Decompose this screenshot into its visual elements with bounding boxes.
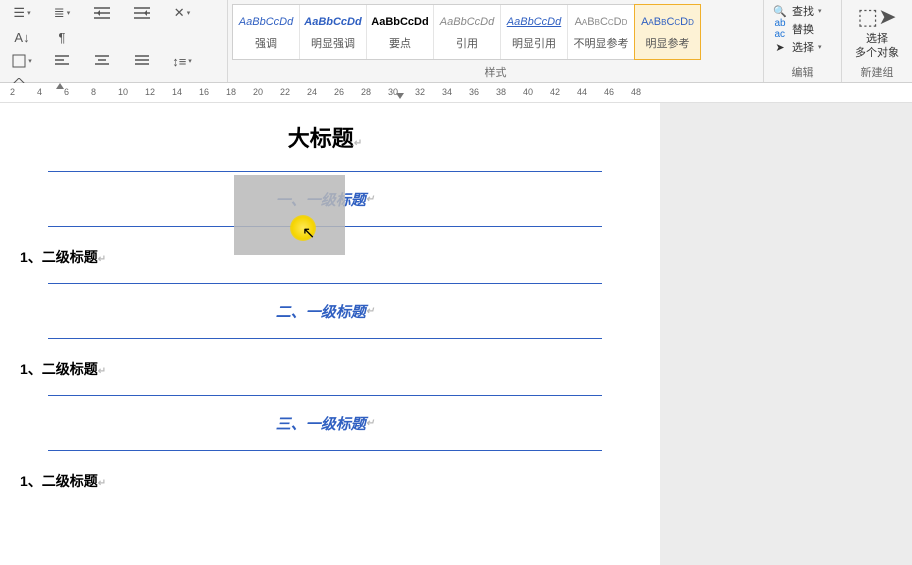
asian-layout-button[interactable]: ✕▾: [164, 2, 200, 24]
outside-page-area: [660, 103, 912, 565]
ruler-tick: 32: [415, 87, 425, 97]
numbering-button[interactable]: ≣▾: [44, 2, 80, 24]
replace-button[interactable]: abac 替换: [768, 20, 826, 38]
select-objects-icon: ⬚➤: [847, 4, 907, 30]
group-editing-label: 编辑: [768, 62, 837, 82]
style-name: 明显引用: [501, 35, 567, 51]
select-multiple-button[interactable]: ⬚➤ 选择 多个对象: [847, 2, 907, 62]
ruler-tick: 22: [280, 87, 290, 97]
ruler-tick: 8: [91, 87, 96, 97]
style-sample: AaBbCcDd: [233, 13, 299, 31]
style-name: 不明显参考: [568, 35, 634, 51]
style-sample: AaBbCcDd: [568, 13, 634, 31]
main-title[interactable]: 大标题↵: [20, 121, 630, 153]
style-sample: AaBbCcDd: [434, 13, 500, 31]
style-name: 强调: [233, 35, 299, 51]
find-label: 查找: [792, 3, 814, 19]
ruler-tick: 4: [37, 87, 42, 97]
ruler-caret[interactable]: [396, 93, 404, 99]
select-multi-l2: 多个对象: [847, 46, 907, 60]
binoculars-icon: 🔍: [772, 3, 788, 19]
heading-1[interactable]: 三、一级标题↵: [48, 395, 602, 451]
heading-2[interactable]: 1、二级标题↵: [20, 359, 630, 379]
ruler-tick: 44: [577, 87, 587, 97]
ruler-tick: 34: [442, 87, 452, 97]
style-sample: AaBbCcDd: [367, 13, 433, 31]
style-item-3[interactable]: AaBbCcDd 引用: [434, 5, 501, 59]
style-name: 明显强调: [300, 35, 366, 51]
ruler-tick: 28: [361, 87, 371, 97]
ruler-tick: 36: [469, 87, 479, 97]
indent-marker[interactable]: [56, 83, 64, 89]
ruler[interactable]: 2468101214161820222426283032343638404244…: [0, 83, 912, 103]
cursor-arrow-icon: ↖: [302, 223, 315, 243]
ruler-tick: 26: [334, 87, 344, 97]
ruler-tick: 16: [199, 87, 209, 97]
style-item-1[interactable]: AaBbCcDd 明显强调: [300, 5, 367, 59]
group-editing: 🔍 查找 ▾ abac 替换 ➤ 选择 ▾ 编辑: [764, 0, 842, 82]
style-item-5[interactable]: AaBbCcDd 不明显参考: [568, 5, 635, 59]
group-new-label: 新建组: [846, 62, 908, 82]
ruler-tick: 38: [496, 87, 506, 97]
ruler-tick: 6: [64, 87, 69, 97]
align-distribute-button[interactable]: [124, 50, 160, 72]
ruler-tick: 48: [631, 87, 641, 97]
ruler-tick: 10: [118, 87, 128, 97]
increase-indent-button[interactable]: [124, 2, 160, 24]
text-selection: [234, 175, 345, 255]
style-name: 明显参考: [635, 35, 700, 51]
style-name: 引用: [434, 35, 500, 51]
style-item-6[interactable]: AaBbCcDd 明显参考: [634, 4, 701, 60]
style-item-2[interactable]: AaBbCcDd 要点: [367, 5, 434, 59]
ruler-tick: 42: [550, 87, 560, 97]
align-center-button[interactable]: [84, 50, 120, 72]
style-item-4[interactable]: AaBbCcDd 明显引用: [501, 5, 568, 59]
group-new: ⬚➤ 选择 多个对象 新建组: [842, 0, 912, 82]
style-sample: AaBbCcDd: [635, 13, 700, 31]
ruler-tick: 14: [172, 87, 182, 97]
ruler-tick: 18: [226, 87, 236, 97]
style-item-0[interactable]: AaBbCcDd 强调: [233, 5, 300, 59]
group-styles-label: 样式: [232, 62, 759, 82]
document-area: 大标题↵一、一级标题↵1、二级标题↵二、一级标题↵1、二级标题↵三、一级标题↵1…: [0, 103, 912, 565]
select-button[interactable]: ➤ 选择 ▾: [768, 38, 826, 56]
show-marks-button[interactable]: ¶: [44, 26, 80, 48]
group-paragraph: ☰▾ ≣▾ ✕▾ A↓ ¶: [0, 0, 228, 82]
ruler-tick: 24: [307, 87, 317, 97]
select-label: 选择: [792, 39, 814, 55]
replace-label: 替换: [792, 21, 814, 37]
align-left-button[interactable]: [44, 50, 80, 72]
sort-button[interactable]: A↓: [4, 26, 40, 48]
style-name: 要点: [367, 35, 433, 51]
bullets-button[interactable]: ☰▾: [4, 2, 40, 24]
decrease-indent-button[interactable]: [84, 2, 120, 24]
ribbon: ☰▾ ≣▾ ✕▾ A↓ ¶: [0, 0, 912, 83]
cursor-icon: ➤: [772, 39, 788, 55]
borders-button[interactable]: ▾: [4, 50, 40, 72]
heading-2[interactable]: 1、二级标题↵: [20, 471, 630, 491]
style-sample: AaBbCcDd: [501, 13, 567, 31]
ruler-tick: 2: [10, 87, 15, 97]
ruler-tick: 20: [253, 87, 263, 97]
line-spacing-button[interactable]: ↕≡▾: [164, 50, 200, 72]
group-styles: AaBbCcDd强调AaBbCcDd明显强调AaBbCcDd要点AaBbCcDd…: [228, 0, 764, 82]
ruler-tick: 40: [523, 87, 533, 97]
heading-1[interactable]: 二、一级标题↵: [48, 283, 602, 339]
page[interactable]: 大标题↵一、一级标题↵1、二级标题↵二、一级标题↵1、二级标题↵三、一级标题↵1…: [0, 103, 660, 565]
replace-icon: abac: [772, 21, 788, 37]
styles-gallery[interactable]: AaBbCcDd强调AaBbCcDd明显强调AaBbCcDd要点AaBbCcDd…: [232, 4, 701, 60]
style-sample: AaBbCcDd: [300, 13, 366, 31]
ruler-tick: 46: [604, 87, 614, 97]
ruler-tick: 12: [145, 87, 155, 97]
select-multi-l1: 选择: [847, 32, 907, 46]
